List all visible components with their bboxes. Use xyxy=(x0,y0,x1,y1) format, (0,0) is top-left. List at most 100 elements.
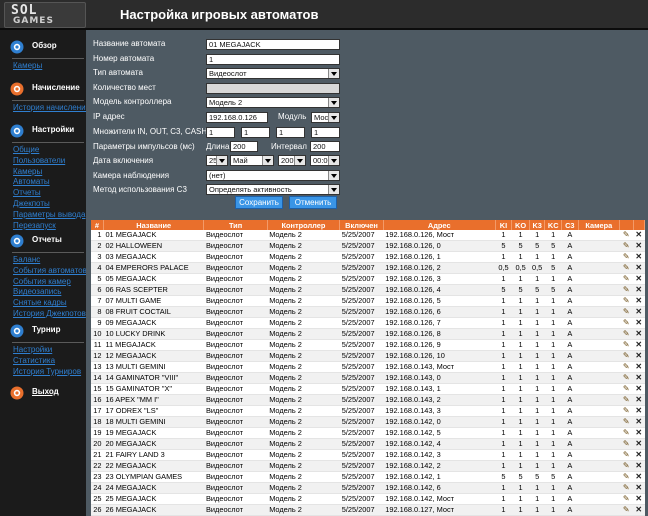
sidebar-link[interactable]: Снятые кадры xyxy=(13,298,87,309)
table-row[interactable]: 21 21 FAIRY LAND 3 Видеослот Модель 2 5/25/2… xyxy=(91,449,645,462)
edit-cell[interactable]: ✎ xyxy=(619,361,634,374)
edit-cell[interactable]: ✎ xyxy=(619,230,634,242)
delete-cell[interactable]: ✕ xyxy=(633,262,645,275)
table-row[interactable]: 16 16 APEX "MM I" Видеослот Модель 2 5/25/20… xyxy=(91,394,645,407)
date-month-select[interactable]: Май xyxy=(230,155,274,166)
table-row[interactable]: 22 22 MEGAJACK Видеослот Модель 2 5/25/2007 1… xyxy=(91,460,645,473)
delete-cell[interactable]: ✕ xyxy=(633,230,645,242)
delete-icon[interactable]: ✕ xyxy=(635,429,643,437)
delete-cell[interactable]: ✕ xyxy=(633,240,645,253)
delete-cell[interactable]: ✕ xyxy=(633,328,645,341)
delete-cell[interactable]: ✕ xyxy=(633,482,645,495)
delete-icon[interactable]: ✕ xyxy=(635,363,643,371)
pencil-icon[interactable]: ✎ xyxy=(622,319,630,327)
sidebar-section-title[interactable]: Выход xyxy=(32,387,59,396)
edit-cell[interactable]: ✎ xyxy=(619,262,634,275)
sidebar-link[interactable]: История начислений xyxy=(13,103,90,114)
pencil-icon[interactable]: ✎ xyxy=(622,407,630,415)
table-row[interactable]: 20 20 MEGAJACK Видеослот Модель 2 5/25/2007 1… xyxy=(91,438,645,451)
delete-cell[interactable]: ✕ xyxy=(633,284,645,297)
pencil-icon[interactable]: ✎ xyxy=(622,385,630,393)
pencil-icon[interactable]: ✎ xyxy=(622,286,630,294)
sidebar-link[interactable]: Параметры вывода xyxy=(13,210,85,221)
delete-icon[interactable]: ✕ xyxy=(635,462,643,470)
seats-input[interactable] xyxy=(206,83,340,94)
table-row[interactable]: 13 13 MULTI GEMINI Видеослот Модель 2 5/25/2… xyxy=(91,361,645,374)
method-select[interactable]: Определять активность xyxy=(206,184,340,195)
edit-cell[interactable]: ✎ xyxy=(619,394,634,407)
table-row[interactable]: 6 06 RAS SCEPTER Видеослот Модель 2 5/25/200… xyxy=(91,284,645,297)
multiplier-cash-input[interactable]: 1 xyxy=(311,127,340,138)
delete-icon[interactable]: ✕ xyxy=(635,319,643,327)
edit-cell[interactable]: ✎ xyxy=(619,427,634,440)
sidebar-link[interactable]: Пользователи xyxy=(13,156,85,167)
table-row[interactable]: 24 24 MEGAJACK Видеослот Модель 2 5/25/2007 1… xyxy=(91,482,645,495)
pencil-icon[interactable]: ✎ xyxy=(622,308,630,316)
delete-icon[interactable]: ✕ xyxy=(635,495,643,503)
pencil-icon[interactable]: ✎ xyxy=(622,242,630,250)
delete-icon[interactable]: ✕ xyxy=(635,275,643,283)
sidebar-link[interactable]: Настройки xyxy=(13,345,81,356)
edit-cell[interactable]: ✎ xyxy=(619,350,634,363)
delete-icon[interactable]: ✕ xyxy=(635,506,643,514)
table-row[interactable]: 4 04 EMPERORS PALACE Видеослот Модель 2 5/25… xyxy=(91,262,645,275)
edit-cell[interactable]: ✎ xyxy=(619,471,634,484)
delete-cell[interactable]: ✕ xyxy=(633,295,645,308)
module-select[interactable]: Мост xyxy=(311,112,340,123)
sidebar-link[interactable]: Статистика xyxy=(13,356,81,367)
sidebar-link[interactable]: Автоматы xyxy=(13,177,85,188)
delete-icon[interactable]: ✕ xyxy=(635,418,643,426)
delete-icon[interactable]: ✕ xyxy=(635,242,643,250)
pencil-icon[interactable]: ✎ xyxy=(622,495,630,503)
edit-cell[interactable]: ✎ xyxy=(619,383,634,396)
delete-icon[interactable]: ✕ xyxy=(635,231,643,239)
delete-cell[interactable]: ✕ xyxy=(633,405,645,418)
sidebar-link[interactable]: События автоматов xyxy=(13,266,87,277)
delete-cell[interactable]: ✕ xyxy=(633,394,645,407)
sidebar-section-header[interactable]: Выход xyxy=(0,384,86,402)
delete-cell[interactable]: ✕ xyxy=(633,350,645,363)
table-row[interactable]: 25 25 MEGAJACK Видеослот Модель 2 5/25/2007 1… xyxy=(91,493,645,506)
delete-cell[interactable]: ✕ xyxy=(633,427,645,440)
pencil-icon[interactable]: ✎ xyxy=(622,484,630,492)
delete-icon[interactable]: ✕ xyxy=(635,286,643,294)
pencil-icon[interactable]: ✎ xyxy=(622,440,630,448)
multiplier-out-input[interactable]: 1 xyxy=(241,127,270,138)
sidebar-link[interactable]: История Джекпотов xyxy=(13,309,87,320)
edit-cell[interactable]: ✎ xyxy=(619,449,634,462)
delete-icon[interactable]: ✕ xyxy=(635,396,643,404)
delete-cell[interactable]: ✕ xyxy=(633,251,645,264)
sidebar-link[interactable]: Видеозапись xyxy=(13,287,87,298)
delete-icon[interactable]: ✕ xyxy=(635,407,643,415)
date-time-select[interactable]: 00:00 xyxy=(310,155,340,166)
delete-cell[interactable]: ✕ xyxy=(633,372,645,385)
delete-cell[interactable]: ✕ xyxy=(633,460,645,473)
delete-icon[interactable]: ✕ xyxy=(635,308,643,316)
sidebar-link[interactable]: Баланс xyxy=(13,255,87,266)
pencil-icon[interactable]: ✎ xyxy=(622,396,630,404)
pencil-icon[interactable]: ✎ xyxy=(622,451,630,459)
date-year-select[interactable]: 2007 xyxy=(278,155,306,166)
delete-cell[interactable]: ✕ xyxy=(633,449,645,462)
pencil-icon[interactable]: ✎ xyxy=(622,506,630,514)
sidebar-link[interactable]: Перезапуск xyxy=(13,221,85,232)
delete-icon[interactable]: ✕ xyxy=(635,341,643,349)
table-row[interactable]: 1 01 MEGAJACK Видеослот Модель 2 5/25/2007 19… xyxy=(91,230,645,242)
delete-cell[interactable]: ✕ xyxy=(633,493,645,506)
delete-icon[interactable]: ✕ xyxy=(635,385,643,393)
table-row[interactable]: 3 03 MEGAJACK Видеослот Модель 2 5/25/2007 19… xyxy=(91,251,645,264)
interval-input[interactable]: 200 xyxy=(310,141,340,152)
edit-cell[interactable]: ✎ xyxy=(619,493,634,506)
delete-icon[interactable]: ✕ xyxy=(635,352,643,360)
sidebar-link[interactable]: Отчеты xyxy=(13,188,85,199)
edit-cell[interactable]: ✎ xyxy=(619,306,634,319)
pencil-icon[interactable]: ✎ xyxy=(622,363,630,371)
ip-input[interactable]: 192.168.0.126 xyxy=(206,112,268,123)
delete-icon[interactable]: ✕ xyxy=(635,484,643,492)
table-row[interactable]: 7 07 MULTI GAME Видеослот Модель 2 5/25/2007… xyxy=(91,295,645,308)
pencil-icon[interactable]: ✎ xyxy=(622,330,630,338)
multiplier-in-input[interactable]: 1 xyxy=(206,127,235,138)
edit-cell[interactable]: ✎ xyxy=(619,438,634,451)
table-row[interactable]: 9 09 MEGAJACK Видеослот Модель 2 5/25/2007 19… xyxy=(91,317,645,330)
edit-cell[interactable]: ✎ xyxy=(619,339,634,352)
